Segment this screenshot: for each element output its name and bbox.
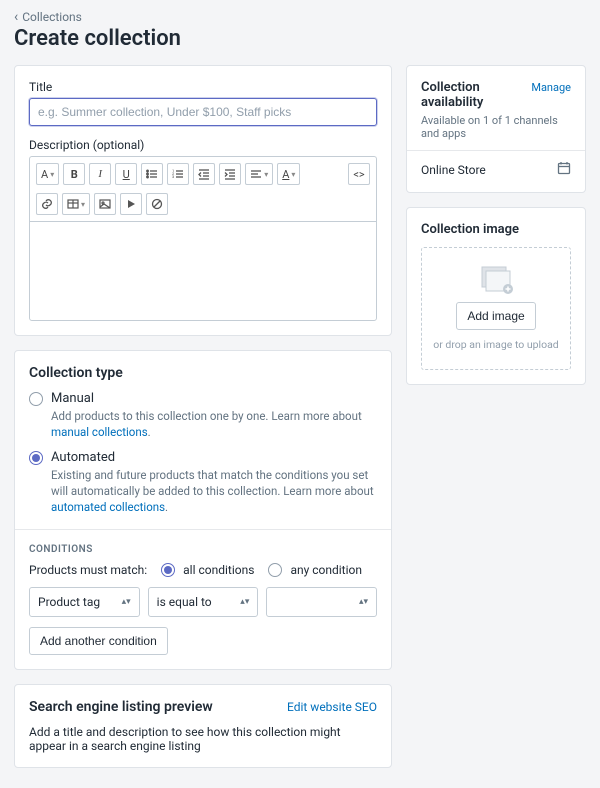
- divider: [407, 150, 585, 151]
- rte-video-button[interactable]: [120, 193, 142, 215]
- radio-manual-label: Manual: [51, 391, 94, 406]
- rte-image-button[interactable]: [94, 193, 116, 215]
- automated-helper: Existing and future products that match …: [51, 467, 377, 515]
- rte-italic-button[interactable]: I: [89, 163, 111, 185]
- rte-html-button[interactable]: <>: [348, 163, 370, 185]
- condition-operator-select[interactable]: is equal to ▴▾: [148, 587, 259, 617]
- collection-image-card: Collection image Add image or drop an im…: [406, 207, 586, 385]
- title-label: Title: [29, 80, 377, 94]
- description-label: Description (optional): [29, 138, 377, 152]
- rte-indent-button[interactable]: [219, 163, 241, 185]
- seo-text: Add a title and description to see how t…: [29, 725, 377, 753]
- match-all-input[interactable]: [161, 563, 175, 577]
- rte-numbered-list-button[interactable]: 123: [167, 163, 189, 185]
- rte-format-button[interactable]: A▾: [36, 163, 59, 185]
- rte-clear-format-button[interactable]: [146, 193, 168, 215]
- drop-hint: or drop an image to upload: [433, 338, 558, 351]
- title-input[interactable]: [29, 98, 377, 126]
- svg-text:3: 3: [172, 174, 174, 179]
- rte-link-button[interactable]: [36, 193, 58, 215]
- condition-value-select[interactable]: ▴▾: [266, 587, 377, 617]
- chevron-down-icon: ▾: [291, 170, 295, 179]
- rte-outdent-button[interactable]: [193, 163, 215, 185]
- rte-table-button[interactable]: ▾: [62, 193, 90, 215]
- online-store-label: Online Store: [421, 163, 486, 177]
- match-any[interactable]: any condition: [268, 563, 362, 577]
- condition-row: Product tag ▴▾ is equal to ▴▾ ▴▾: [29, 587, 377, 617]
- rte-bold-button[interactable]: B: [63, 163, 85, 185]
- rte-color-button[interactable]: A▾: [277, 163, 300, 185]
- automated-collections-link[interactable]: automated collections: [51, 500, 165, 514]
- description-editor[interactable]: [29, 221, 377, 321]
- radio-automated-label: Automated: [51, 450, 115, 465]
- match-label: Products must match:: [29, 563, 147, 577]
- match-all[interactable]: all conditions: [161, 563, 254, 577]
- breadcrumb[interactable]: ‹ Collections: [14, 10, 586, 24]
- manual-collections-link[interactable]: manual collections: [51, 425, 148, 439]
- chevron-down-icon: ▾: [81, 200, 85, 209]
- rte-toolbar: A▾ B I U 123 ▾: [29, 156, 377, 221]
- seo-card: Search engine listing preview Edit websi…: [14, 684, 392, 768]
- availability-card: Collection availability Manage Available…: [406, 65, 586, 193]
- chevron-left-icon: ‹: [14, 10, 18, 24]
- conditions-heading: CONDITIONS: [29, 544, 377, 555]
- radio-automated-input[interactable]: [29, 451, 43, 465]
- radio-manual-input[interactable]: [29, 392, 43, 406]
- add-image-button[interactable]: Add image: [456, 302, 535, 330]
- image-placeholder-icon: [479, 266, 513, 294]
- select-updown-icon: ▴▾: [359, 600, 368, 605]
- image-dropzone[interactable]: Add image or drop an image to upload: [421, 247, 571, 370]
- collection-type-title: Collection type: [29, 365, 377, 381]
- collection-type-card: Collection type Manual Add products to t…: [14, 350, 392, 670]
- condition-field-select[interactable]: Product tag ▴▾: [29, 587, 140, 617]
- title-description-card: Title Description (optional) A▾ B I U 12…: [14, 65, 392, 336]
- calendar-icon[interactable]: [557, 161, 571, 178]
- chevron-down-icon: ▾: [50, 170, 54, 179]
- select-updown-icon: ▴▾: [122, 600, 131, 605]
- select-updown-icon: ▴▾: [240, 600, 249, 605]
- availability-title: Collection availability: [421, 80, 531, 110]
- availability-sub: Available on 1 of 1 channels and apps: [421, 114, 571, 140]
- rte-align-button[interactable]: ▾: [245, 163, 273, 185]
- manage-link[interactable]: Manage: [531, 81, 571, 94]
- chevron-down-icon: ▾: [264, 170, 268, 179]
- match-any-input[interactable]: [268, 563, 282, 577]
- add-condition-button[interactable]: Add another condition: [29, 627, 168, 655]
- page-title: Create collection: [14, 26, 586, 51]
- rte-underline-button[interactable]: U: [115, 163, 137, 185]
- rte-bullet-list-button[interactable]: [141, 163, 163, 185]
- manual-helper: Add products to this collection one by o…: [51, 408, 377, 440]
- seo-title: Search engine listing preview: [29, 699, 213, 715]
- radio-automated[interactable]: Automated: [29, 450, 377, 465]
- collection-image-title: Collection image: [421, 222, 571, 237]
- radio-manual[interactable]: Manual: [29, 391, 377, 406]
- breadcrumb-label: Collections: [22, 10, 82, 24]
- edit-seo-link[interactable]: Edit website SEO: [287, 700, 377, 714]
